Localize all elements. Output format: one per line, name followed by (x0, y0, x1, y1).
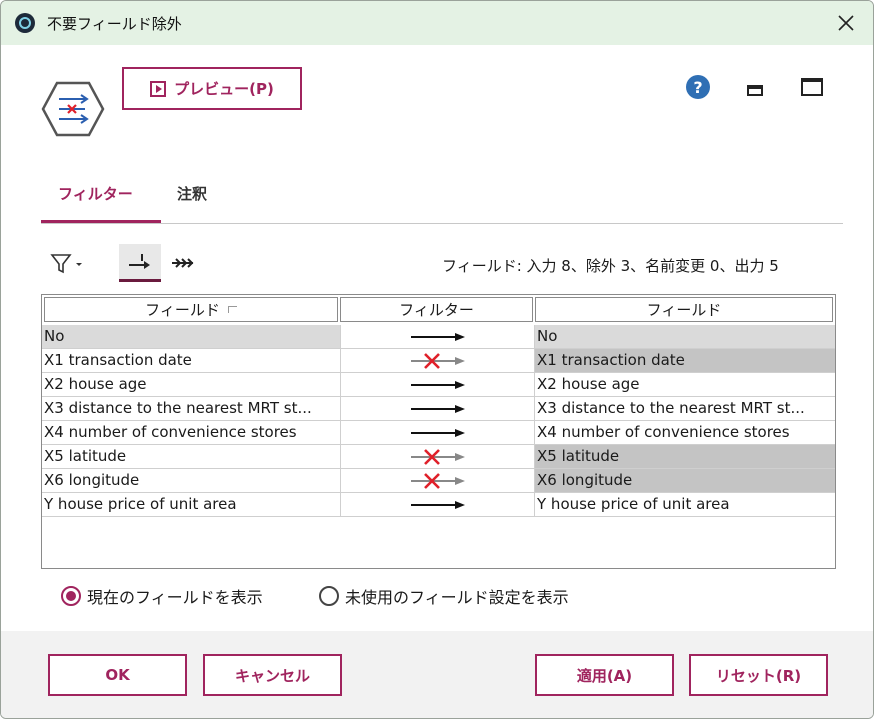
reset-button[interactable]: リセット(R) (689, 654, 828, 696)
output-field-name: X3 distance to the nearest MRT st... (537, 399, 805, 417)
radio-button[interactable] (319, 586, 339, 606)
input-field-name: X5 latitude (44, 447, 127, 465)
minimize-panel-icon[interactable] (747, 85, 763, 96)
pass-field-toggle[interactable] (340, 421, 535, 444)
title-bar[interactable]: 不要フィールド除外 (1, 1, 873, 45)
output-field-name: X2 house age (537, 375, 640, 393)
table-row[interactable]: X4 number of convenience stores X4 number… (42, 421, 835, 445)
pass-field-toggle[interactable] (340, 493, 535, 516)
field-filter-table: フィールド フィルター フィールド No No X1 transaction dat… (41, 294, 836, 569)
maximize-panel-icon[interactable] (801, 78, 823, 96)
radio-label: 現在のフィールドを表示 (87, 588, 263, 607)
show-current-fields-option[interactable]: 現在のフィールドを表示 (61, 584, 263, 608)
show-unused-settings-option[interactable]: 未使用のフィールド設定を表示 (319, 584, 569, 608)
radio-button-selected[interactable] (61, 586, 81, 606)
radio-label: 未使用のフィールド設定を表示 (345, 588, 569, 607)
input-field-name: X2 house age (44, 375, 147, 393)
column-header-label: フィールド (145, 301, 220, 319)
pass-multiple-fields-button[interactable] (163, 244, 203, 282)
excluded-arrow-icon (410, 448, 465, 465)
pass-arrow-icon (410, 332, 465, 341)
multi-arrow-icon (172, 258, 194, 268)
pass-arrow-icon (410, 500, 465, 509)
output-field-name: X4 number of convenience stores (537, 423, 790, 441)
pass-field-arrow-icon (129, 253, 150, 269)
output-field-name: Y house price of unit area (537, 495, 730, 513)
filter-node-dialog: 不要フィールド除外 プレビュー(P) ? フィルター 注釈 フィールド: 入力 … (0, 0, 874, 719)
field-count-summary: フィールド: 入力 8、除外 3、名前変更 0、出力 5 (442, 257, 779, 275)
excluded-arrow-icon (410, 352, 465, 369)
preview-button-label: プレビュー(P) (174, 80, 274, 98)
help-icon[interactable]: ? (686, 75, 710, 99)
input-field-name: Y house price of unit area (44, 495, 237, 513)
preview-button[interactable]: プレビュー(P) (122, 67, 302, 110)
tab-annotations[interactable]: 注釈 (177, 183, 207, 204)
input-field-name: No (42, 325, 340, 348)
table-row[interactable]: Y house price of unit area Y house price … (42, 493, 835, 517)
exclude-field-toggle[interactable] (340, 469, 535, 492)
exclude-field-toggle[interactable] (340, 445, 535, 468)
input-field-name: X1 transaction date (44, 351, 192, 369)
input-field-name: X4 number of convenience stores (44, 423, 297, 441)
pass-arrow-icon (410, 380, 465, 389)
column-header-filter[interactable]: フィルター (340, 297, 533, 322)
input-field-name: X3 distance to the nearest MRT st... (44, 399, 312, 417)
output-field-name: No (535, 325, 835, 348)
ok-button[interactable]: OK (48, 654, 187, 696)
sort-indicator-icon (227, 306, 237, 313)
apply-button[interactable]: 適用(A) (535, 654, 674, 696)
filter-node-icon (41, 81, 105, 137)
pass-field-toggle[interactable] (340, 325, 535, 348)
table-row[interactable]: X6 longitude X6 longitude (42, 469, 835, 493)
exclude-field-toggle[interactable] (340, 349, 535, 372)
table-row[interactable]: No No (42, 325, 835, 349)
table-row[interactable]: X2 house age X2 house age (42, 373, 835, 397)
pass-arrow-icon (410, 404, 465, 413)
funnel-icon (50, 254, 82, 274)
column-header-label: フィールド (646, 301, 722, 319)
table-row[interactable]: X5 latitude X5 latitude (42, 445, 835, 469)
input-field-name: X6 longitude (44, 471, 140, 489)
pass-all-fields-button[interactable] (119, 244, 161, 282)
close-button[interactable] (831, 9, 861, 37)
play-icon (150, 80, 167, 97)
table-row[interactable]: X1 transaction date X1 transaction date (42, 349, 835, 373)
close-icon (838, 15, 854, 31)
tab-divider (41, 223, 843, 224)
column-header-label: フィルター (399, 301, 474, 319)
table-row[interactable]: X3 distance to the nearest MRT st... X3 d… (42, 397, 835, 421)
pass-arrow-icon (410, 428, 465, 437)
filter-options-dropdown[interactable] (49, 252, 89, 276)
pass-field-toggle[interactable] (340, 397, 535, 420)
cancel-button[interactable]: キャンセル (203, 654, 342, 696)
app-logo-icon (15, 13, 35, 33)
column-header-input-field[interactable]: フィールド (44, 297, 338, 322)
column-header-output-field[interactable]: フィールド (535, 297, 833, 322)
output-field-name: X6 longitude (535, 469, 835, 492)
tab-filter[interactable]: フィルター (58, 183, 133, 204)
excluded-arrow-icon (410, 472, 465, 489)
output-field-name: X1 transaction date (535, 349, 835, 372)
output-field-name: X5 latitude (535, 445, 835, 468)
pass-field-toggle[interactable] (340, 373, 535, 396)
window-title: 不要フィールド除外 (47, 15, 182, 33)
